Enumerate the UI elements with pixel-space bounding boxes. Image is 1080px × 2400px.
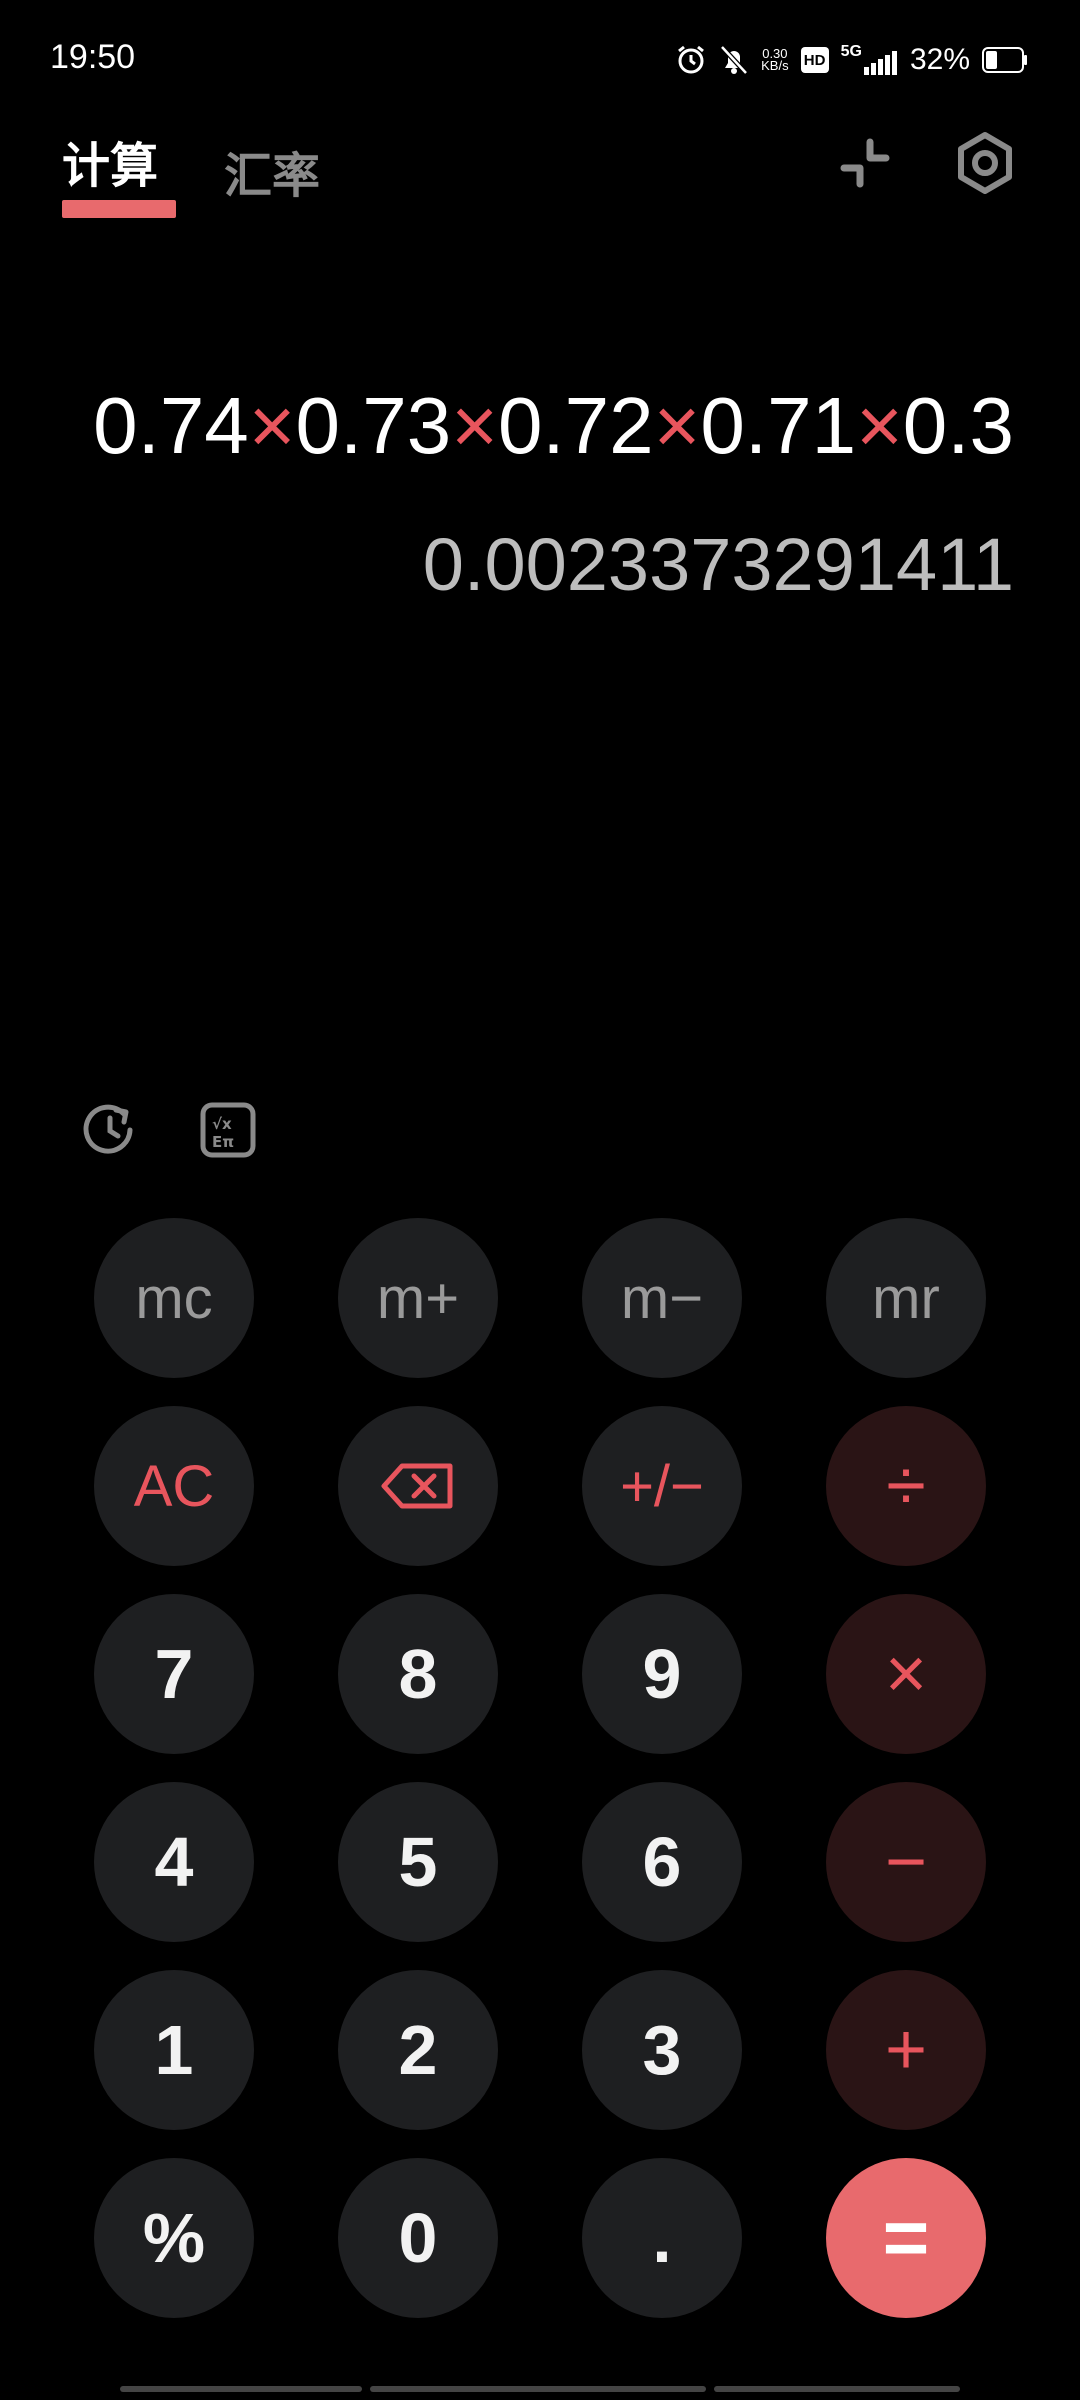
- subtract-label: −: [884, 1822, 928, 1902]
- digit-4-button[interactable]: 4: [94, 1782, 254, 1942]
- digit-9-button[interactable]: 9: [582, 1594, 742, 1754]
- digit-8-label: 8: [398, 1635, 438, 1713]
- battery-icon: [982, 47, 1027, 73]
- multiply-button[interactable]: ×: [826, 1594, 986, 1754]
- keypad: mc m+ m− mr AC +/− ÷ 7 8 9 × 4 5 6 − 1 2 3 +% 0. =: [94, 1218, 986, 2318]
- tab-calculate[interactable]: 计算: [62, 126, 176, 218]
- add-label: +: [884, 2010, 928, 2090]
- digit-9-label: 9: [642, 1635, 682, 1713]
- subtract-button[interactable]: −: [826, 1782, 986, 1942]
- digit-0-button[interactable]: 0: [338, 2158, 498, 2318]
- digit-0-label: 0: [398, 2199, 438, 2277]
- settings-icon[interactable]: [950, 128, 1020, 198]
- operand: 0.72: [497, 381, 654, 470]
- status-icons: 0.30 KB/s HD 5G 32%: [675, 38, 1028, 82]
- mute-bell-icon: [720, 45, 748, 75]
- operator-symbol: ×: [451, 381, 498, 470]
- svg-text:Eπ: Eπ: [212, 1133, 234, 1151]
- battery-percent: 32%: [909, 43, 970, 76]
- digit-7-label: 7: [154, 1635, 194, 1713]
- operator-symbol: ×: [856, 381, 903, 470]
- collapse-icon[interactable]: [830, 128, 900, 198]
- operand: 0.3: [902, 381, 1014, 470]
- percent-button[interactable]: %: [94, 2158, 254, 2318]
- ac-button[interactable]: AC: [94, 1406, 254, 1566]
- mr-label: mr: [872, 1265, 940, 1331]
- net-speed: 0.30 KB/s: [761, 47, 789, 73]
- ac-label: AC: [133, 1453, 215, 1519]
- mc-label: mc: [135, 1265, 213, 1331]
- hd-badge: HD: [800, 47, 829, 73]
- net-speed-unit: KB/s: [761, 58, 789, 73]
- digit-5-button[interactable]: 5: [338, 1782, 498, 1942]
- mc-button[interactable]: mc: [94, 1218, 254, 1378]
- operand: 0.73: [295, 381, 452, 470]
- operand: 0.74: [93, 381, 249, 470]
- alarm-icon: [678, 45, 705, 74]
- navigation-bar: [120, 2386, 960, 2392]
- scientific-mode-icon[interactable]: √x Eπ: [198, 1100, 258, 1160]
- backspace-button[interactable]: [338, 1406, 498, 1566]
- m-plus-label: m+: [376, 1265, 460, 1331]
- digit-1-label: 1: [154, 2011, 194, 2089]
- digit-2-label: 2: [398, 2011, 438, 2089]
- m-minus-button[interactable]: m−: [582, 1218, 742, 1378]
- tab-exchange-rate[interactable]: 汇率: [224, 136, 320, 206]
- network-type: 5G: [840, 43, 862, 60]
- calculator-display: 0.74×0.73×0.72×0.71×0.3 0.0023373291411: [60, 380, 1014, 607]
- decimal-button[interactable]: .: [582, 2158, 742, 2318]
- multiply-label: ×: [884, 1634, 928, 1714]
- sign-toggle-button[interactable]: +/−: [582, 1406, 742, 1566]
- nav-segment: [370, 2386, 706, 2392]
- signal-icon: 5G: [840, 43, 898, 75]
- divide-button[interactable]: ÷: [826, 1406, 986, 1566]
- decimal-label: .: [652, 2199, 672, 2277]
- digit-7-button[interactable]: 7: [94, 1594, 254, 1754]
- status-bar: 19:50 0.30 KB/s HD 5G 32%: [0, 0, 1080, 120]
- nav-segment: [714, 2386, 960, 2392]
- history-icon[interactable]: [80, 1100, 140, 1160]
- divide-label: ÷: [886, 1446, 926, 1526]
- tab-calculate-label: 计算: [62, 140, 159, 193]
- expression-text: 0.74×0.73×0.72×0.71×0.3: [93, 381, 1014, 470]
- mr-button[interactable]: mr: [826, 1218, 986, 1378]
- equals-label: =: [882, 2193, 930, 2282]
- digit-6-button[interactable]: 6: [582, 1782, 742, 1942]
- digit-3-label: 3: [642, 2011, 682, 2089]
- digit-8-button[interactable]: 8: [338, 1594, 498, 1754]
- equals-button[interactable]: =: [826, 2158, 986, 2318]
- mode-tabs: 计算 汇率: [62, 126, 320, 218]
- digit-2-button[interactable]: 2: [338, 1970, 498, 2130]
- svg-text:√x: √x: [212, 1115, 232, 1133]
- percent-label: %: [142, 2199, 206, 2277]
- operator-symbol: ×: [653, 381, 701, 470]
- status-time: 19:50: [50, 38, 136, 76]
- expression-display: 0.74×0.73×0.72×0.71×0.3: [60, 380, 1014, 472]
- operand: 0.71: [700, 381, 857, 470]
- m-plus-button[interactable]: m+: [338, 1218, 498, 1378]
- sign-toggle-label: +/−: [620, 1453, 704, 1519]
- active-tab-indicator: [62, 200, 176, 218]
- add-button[interactable]: +: [826, 1970, 986, 2130]
- tab-exchange-rate-label: 汇率: [224, 150, 321, 203]
- result-display: 0.0023373291411: [422, 523, 1014, 606]
- digit-4-label: 4: [154, 1823, 194, 1901]
- digit-1-button[interactable]: 1: [94, 1970, 254, 2130]
- digit-6-label: 6: [642, 1823, 682, 1901]
- m-minus-label: m−: [620, 1265, 704, 1331]
- digit-3-button[interactable]: 3: [582, 1970, 742, 2130]
- operator-symbol: ×: [248, 381, 296, 470]
- nav-segment: [120, 2386, 362, 2392]
- backspace-icon: [381, 1463, 453, 1509]
- digit-5-label: 5: [398, 1823, 438, 1901]
